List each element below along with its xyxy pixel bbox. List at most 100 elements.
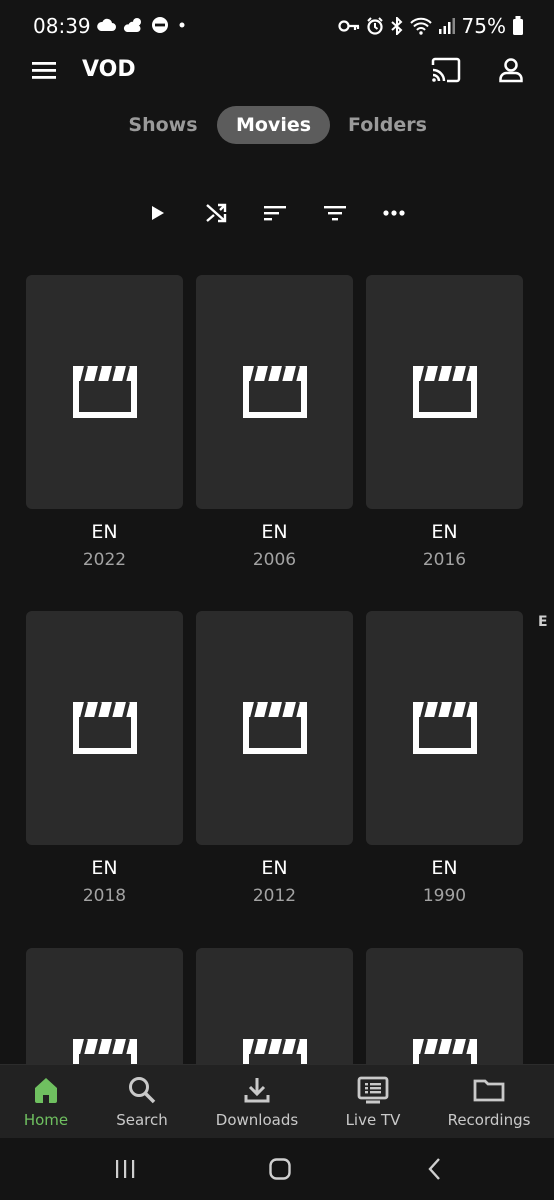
nav-live-tv-label: Live TV [345, 1111, 401, 1129]
cloud-sun-icon [123, 18, 141, 32]
movie-poster [366, 275, 523, 509]
movie-year: 2016 [422, 550, 467, 570]
shuffle-icon [206, 203, 227, 223]
live-tv-icon [357, 1076, 389, 1104]
cloud-icon [97, 18, 116, 31]
nav-downloads[interactable]: Downloads [212, 1073, 302, 1133]
action-toolbar [0, 196, 554, 230]
movie-poster [366, 948, 523, 1065]
account-button[interactable] [497, 56, 525, 84]
bluetooth-icon [390, 17, 403, 35]
movie-year: 2018 [82, 886, 127, 906]
system-navigation-bar [0, 1138, 554, 1200]
movie-poster [366, 611, 523, 845]
user-icon [499, 58, 523, 83]
filter-button[interactable] [318, 196, 352, 230]
movie-year: 2006 [252, 550, 297, 570]
movie-clapperboard-icon [412, 365, 477, 418]
movie-poster [26, 275, 183, 509]
movie-grid: EN 2022 EN 2006 EN 2016 EN 2018 EN 2012 … [26, 275, 526, 1065]
movie-poster [196, 275, 353, 509]
movie-clapperboard-icon [72, 1038, 137, 1065]
movie-card[interactable]: EN 2022 [26, 275, 183, 570]
status-bar: 08:39 75% [0, 0, 554, 54]
battery-percent: 75% [461, 14, 506, 38]
movie-card[interactable]: EN 2006 [196, 275, 353, 570]
hamburger-menu-icon [32, 62, 56, 79]
wifi-icon [409, 17, 432, 35]
movie-clapperboard-icon [412, 1038, 477, 1065]
nav-search[interactable]: Search [108, 1073, 176, 1133]
tab-shows[interactable]: Shows [118, 106, 208, 144]
download-icon [244, 1078, 270, 1103]
tab-folders[interactable]: Folders [340, 106, 435, 144]
movie-clapperboard-icon [242, 701, 307, 754]
movie-clapperboard-icon [242, 1038, 307, 1065]
movie-card[interactable]: EN 1990 [366, 611, 523, 906]
alarm-icon [366, 17, 383, 35]
movie-clapperboard-icon [412, 701, 477, 754]
movie-title: EN [431, 521, 458, 543]
movie-title: EN [431, 857, 458, 879]
movie-year: 1990 [422, 886, 467, 906]
nav-home-label: Home [23, 1111, 69, 1129]
do-not-disturb-icon [152, 17, 168, 33]
dot-icon [179, 22, 185, 28]
app-bar: VOD [0, 54, 554, 88]
movie-clapperboard-icon [72, 365, 137, 418]
tab-bar: Shows Movies Folders [0, 106, 554, 146]
nav-home[interactable]: Home [16, 1073, 76, 1133]
movie-title: EN [261, 857, 288, 879]
home-circle-icon [269, 1158, 291, 1180]
nav-recordings[interactable]: Recordings [444, 1073, 534, 1133]
movie-title: EN [91, 521, 118, 543]
play-button[interactable] [140, 196, 174, 230]
filter-icon [324, 206, 346, 221]
sort-button[interactable] [258, 196, 292, 230]
movie-card[interactable]: EN 2016 [366, 275, 523, 570]
cast-button[interactable] [430, 56, 462, 84]
movie-poster [196, 611, 353, 845]
status-time: 08:39 [33, 14, 91, 38]
recent-apps-icon [116, 1160, 135, 1178]
bottom-navigation: Home Search Downloads Live TV Recordings [0, 1064, 554, 1139]
shuffle-button[interactable] [199, 196, 233, 230]
movie-title: EN [91, 857, 118, 879]
movie-card[interactable] [196, 948, 353, 1065]
nav-downloads-label: Downloads [215, 1111, 299, 1129]
movie-title: EN [261, 521, 288, 543]
sort-icon [264, 206, 286, 221]
alpha-index-letter[interactable]: E [538, 614, 548, 630]
movie-poster [26, 948, 183, 1065]
signal-icon [438, 18, 455, 34]
nav-recordings-label: Recordings [447, 1111, 531, 1129]
nav-live-tv[interactable]: Live TV [338, 1073, 408, 1133]
movie-year: 2022 [82, 550, 127, 570]
movie-year: 2012 [252, 886, 297, 906]
movie-card[interactable] [366, 948, 523, 1065]
movie-poster [196, 948, 353, 1065]
menu-button[interactable] [30, 56, 58, 84]
folder-icon [473, 1079, 505, 1102]
nav-search-label: Search [116, 1111, 168, 1129]
back-chevron-icon [428, 1158, 440, 1180]
cast-icon [431, 57, 461, 83]
tab-movies[interactable]: Movies [217, 106, 330, 144]
back-button[interactable] [420, 1156, 450, 1182]
home-system-button[interactable] [265, 1156, 295, 1182]
search-icon [129, 1077, 156, 1104]
movie-clapperboard-icon [72, 701, 137, 754]
more-button[interactable] [377, 196, 411, 230]
movie-poster [26, 611, 183, 845]
movie-clapperboard-icon [242, 365, 307, 418]
vpn-key-icon [337, 20, 359, 32]
play-icon [152, 206, 164, 220]
battery-icon [513, 16, 523, 35]
recent-apps-button[interactable] [110, 1156, 140, 1182]
movie-card[interactable]: EN 2018 [26, 611, 183, 906]
movie-card[interactable] [26, 948, 183, 1065]
page-title: VOD [82, 57, 136, 82]
movie-card[interactable]: EN 2012 [196, 611, 353, 906]
more-icon [383, 210, 405, 216]
home-icon [35, 1078, 57, 1103]
